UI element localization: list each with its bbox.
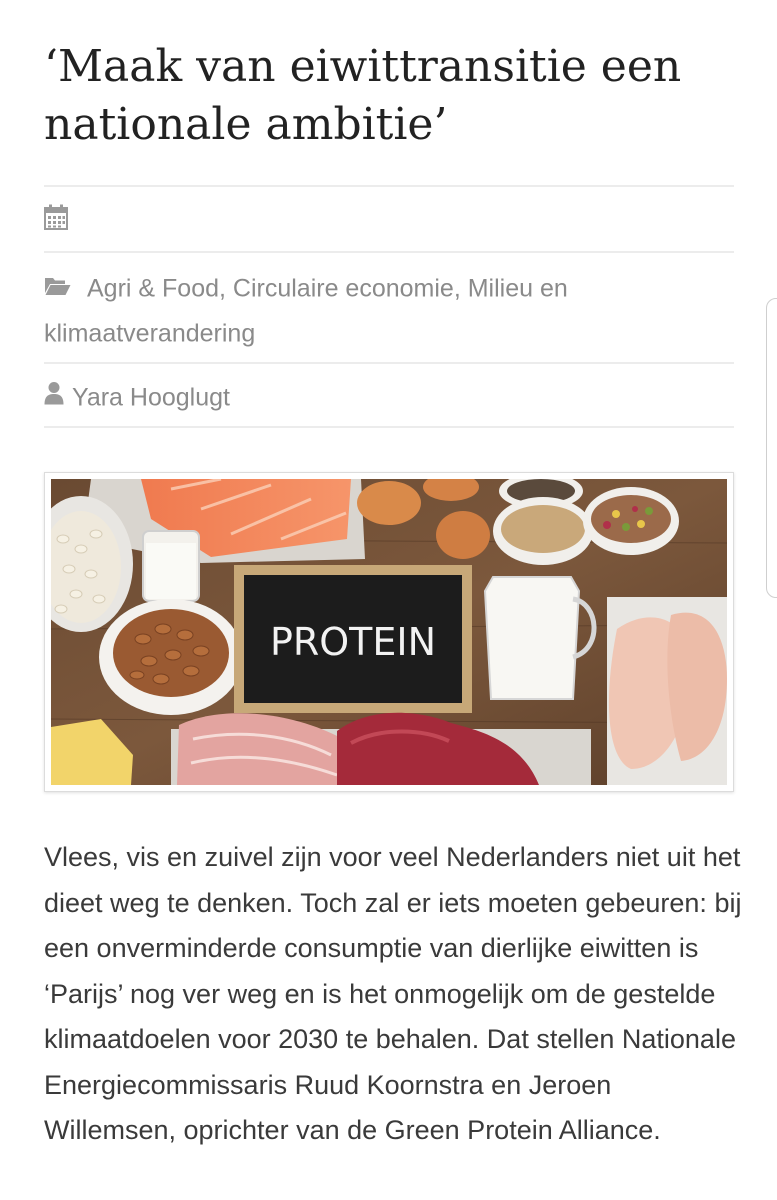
edge-panel-handle[interactable] xyxy=(766,298,777,598)
protein-food-photo: PROTEIN xyxy=(51,479,727,785)
meta-author-row: Yara Hooglugt xyxy=(44,362,734,428)
chalkboard-text: PROTEIN xyxy=(270,620,436,664)
calendar-icon xyxy=(44,200,68,244)
user-icon xyxy=(44,375,64,419)
article-lead-paragraph: Vlees, vis en zuivel zijn voor veel Nede… xyxy=(44,842,742,1145)
categories-links[interactable]: Agri & Food, Circulaire economie, Milieu… xyxy=(44,274,568,347)
meta-categories-row: Agri & Food, Circulaire economie, Milieu… xyxy=(44,251,734,362)
meta-date-row xyxy=(44,185,734,251)
author-link[interactable]: Yara Hooglugt xyxy=(72,383,230,411)
folder-open-icon xyxy=(44,266,71,310)
article-image: PROTEIN xyxy=(44,472,734,792)
article-title: ‘Maak van eiwittransitie een nationale a… xyxy=(44,41,682,150)
